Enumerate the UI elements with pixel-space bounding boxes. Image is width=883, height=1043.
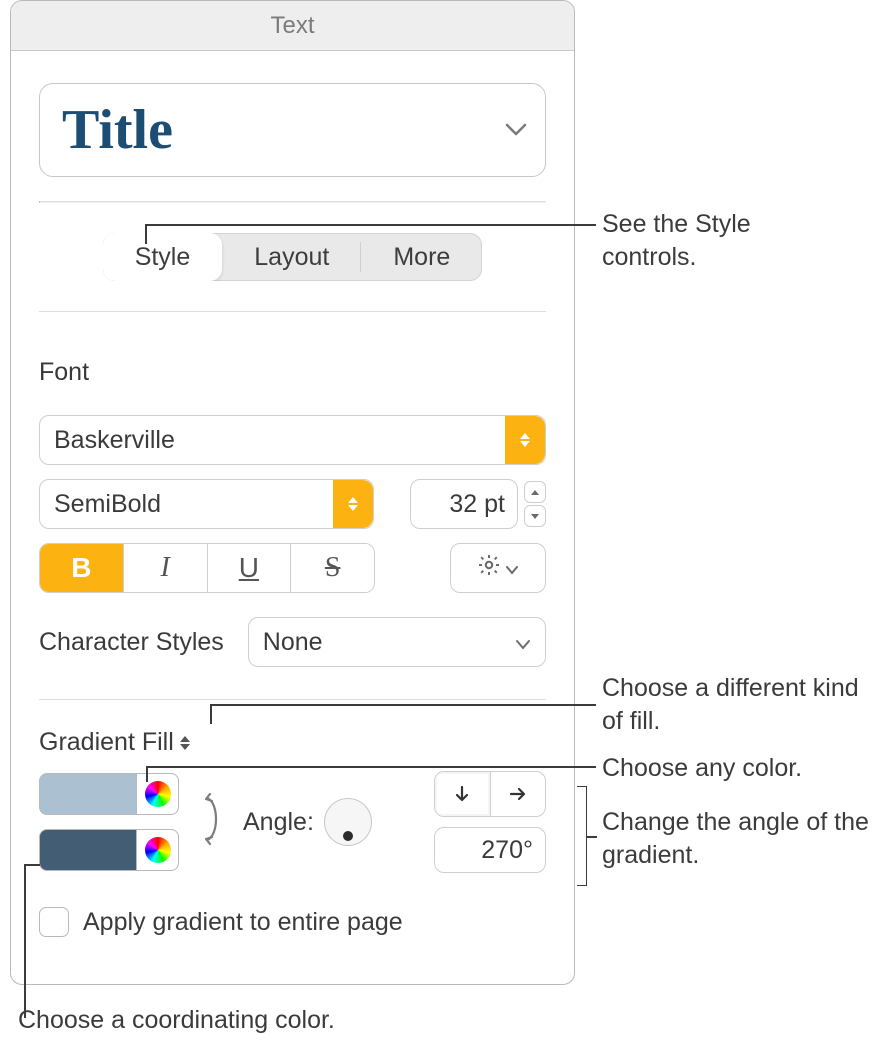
gradient-color-2-well[interactable]	[39, 829, 137, 871]
popup-arrows-icon	[505, 416, 545, 464]
fill-type-popup[interactable]	[180, 736, 190, 750]
annotation-line	[146, 766, 596, 768]
color-wheel-icon	[145, 781, 171, 807]
annotation-angle: Change the angle of the gradient.	[602, 806, 872, 871]
annotation-any-color: Choose any color.	[602, 752, 802, 785]
angle-dial[interactable]	[324, 798, 372, 846]
font-weight-value: SemiBold	[54, 490, 161, 519]
tab-more[interactable]: More	[361, 233, 482, 281]
chevron-down-icon	[515, 628, 531, 657]
tab-style[interactable]: Style	[103, 233, 223, 281]
angle-value-field[interactable]: 270°	[434, 827, 546, 873]
bold-button[interactable]: B	[40, 544, 124, 592]
font-family-value: Baskerville	[54, 426, 175, 455]
gear-icon	[477, 553, 501, 584]
text-inspector-panel: Text Title Style Layout More Font Basker…	[10, 0, 575, 985]
strikethrough-button[interactable]: S	[291, 544, 374, 592]
annotation-fill-kind: Choose a different kind of fill.	[602, 672, 872, 737]
chevron-down-icon	[505, 123, 527, 137]
gradient-color-1-picker[interactable]	[137, 773, 179, 815]
annotation-line	[146, 766, 148, 782]
swap-colors-button[interactable]	[197, 790, 225, 855]
chevron-down-icon	[505, 554, 519, 582]
panel-header: Text	[11, 1, 574, 51]
font-style-segmented: B I U S	[39, 543, 375, 593]
font-weight-popup[interactable]: SemiBold	[39, 479, 374, 529]
apply-gradient-page-label: Apply gradient to entire page	[83, 908, 403, 937]
stepper-up[interactable]	[524, 481, 546, 503]
color-wheel-icon	[145, 837, 171, 863]
font-section-label: Font	[39, 312, 546, 397]
paragraph-style-popup[interactable]: Title	[39, 83, 546, 177]
font-family-popup[interactable]: Baskerville	[39, 415, 546, 465]
panel-title: Text	[270, 12, 314, 40]
gradient-color-1-well[interactable]	[39, 773, 137, 815]
direction-down-button[interactable]	[435, 772, 491, 816]
angle-dial-indicator	[343, 831, 353, 841]
angle-label: Angle:	[243, 808, 314, 837]
character-styles-popup[interactable]: None	[248, 617, 546, 667]
paragraph-style-value: Title	[62, 98, 173, 162]
character-styles-label: Character Styles	[39, 628, 224, 657]
annotation-line	[210, 704, 212, 724]
popup-arrows-icon	[333, 480, 373, 528]
annotation-line	[145, 224, 596, 226]
fill-type-label: Gradient Fill	[39, 728, 174, 757]
italic-button[interactable]: I	[124, 544, 208, 592]
annotation-line	[145, 224, 147, 244]
gradient-color-2-picker[interactable]	[137, 829, 179, 871]
advanced-options-popup[interactable]	[450, 543, 546, 593]
direction-right-button[interactable]	[491, 772, 546, 816]
annotation-coord-color: Choose a coordinating color.	[18, 1004, 335, 1037]
tab-layout[interactable]: Layout	[222, 233, 361, 281]
font-size-stepper[interactable]	[524, 481, 546, 527]
annotation-line	[24, 864, 40, 866]
annotation-bracket	[577, 786, 587, 886]
annotation-line	[587, 836, 597, 838]
character-styles-value: None	[263, 628, 323, 657]
annotation-line	[210, 704, 596, 706]
gradient-direction-segmented	[434, 771, 546, 817]
apply-gradient-page-checkbox[interactable]	[39, 907, 69, 937]
annotation-style-controls: See the Style controls.	[602, 208, 842, 273]
stepper-down[interactable]	[524, 505, 546, 527]
underline-button[interactable]: U	[208, 544, 292, 592]
font-size-field[interactable]: 32 pt	[410, 479, 518, 529]
font-size-value: 32 pt	[449, 490, 505, 519]
subinspector-tabs: Style Layout More	[103, 233, 483, 281]
angle-value: 270°	[481, 836, 533, 865]
annotation-line	[24, 864, 26, 1018]
